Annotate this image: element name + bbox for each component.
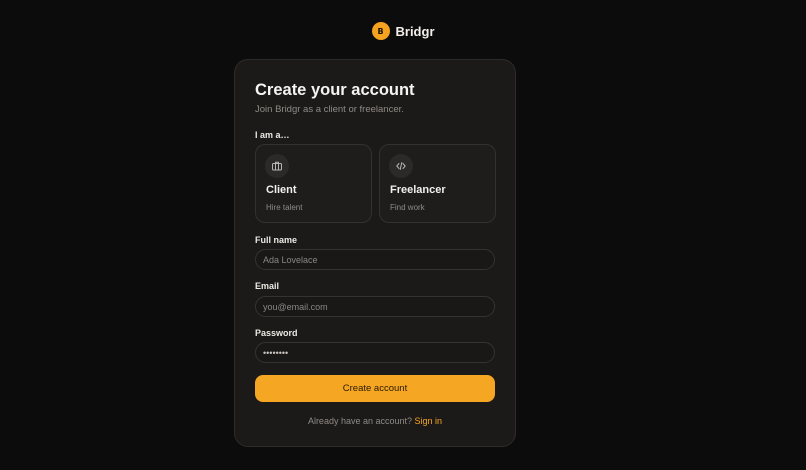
signup-card: Create your account Join Bridgr as a cli… (234, 59, 516, 447)
full-name-input[interactable] (263, 254, 487, 265)
role-desc-freelancer: Find work (390, 203, 425, 212)
brand-header: B Bridgr (0, 20, 806, 42)
full-name-label: Full name (255, 235, 298, 245)
full-name-field[interactable] (255, 249, 495, 270)
role-option-freelancer[interactable]: Freelancer Find work (379, 144, 496, 223)
brand-logo: B (371, 22, 390, 40)
page-title: Create your account (255, 81, 415, 99)
code-icon (389, 154, 413, 178)
signin-prompt: Already have an account? Sign in (235, 416, 515, 426)
role-label: I am a… (255, 130, 290, 140)
email-field[interactable] (255, 296, 495, 317)
brand-name: Bridgr (395, 23, 435, 39)
briefcase-icon (265, 154, 289, 178)
signin-prompt-text: Already have an account? (307, 416, 413, 426)
role-title-freelancer: Freelancer (390, 184, 446, 196)
password-label: Password (255, 328, 298, 338)
create-account-button[interactable]: Create account (255, 375, 495, 402)
email-label: Email (255, 281, 280, 291)
signin-link[interactable]: Sign in (415, 416, 443, 426)
password-field[interactable] (255, 342, 495, 363)
password-input[interactable] (263, 347, 487, 358)
role-option-client[interactable]: Client Hire talent (255, 144, 372, 223)
role-title-client: Client (266, 184, 297, 196)
role-desc-client: Hire talent (266, 203, 303, 212)
page-subtitle: Join Bridgr as a client or freelancer. (255, 104, 404, 115)
email-input[interactable] (263, 301, 487, 312)
